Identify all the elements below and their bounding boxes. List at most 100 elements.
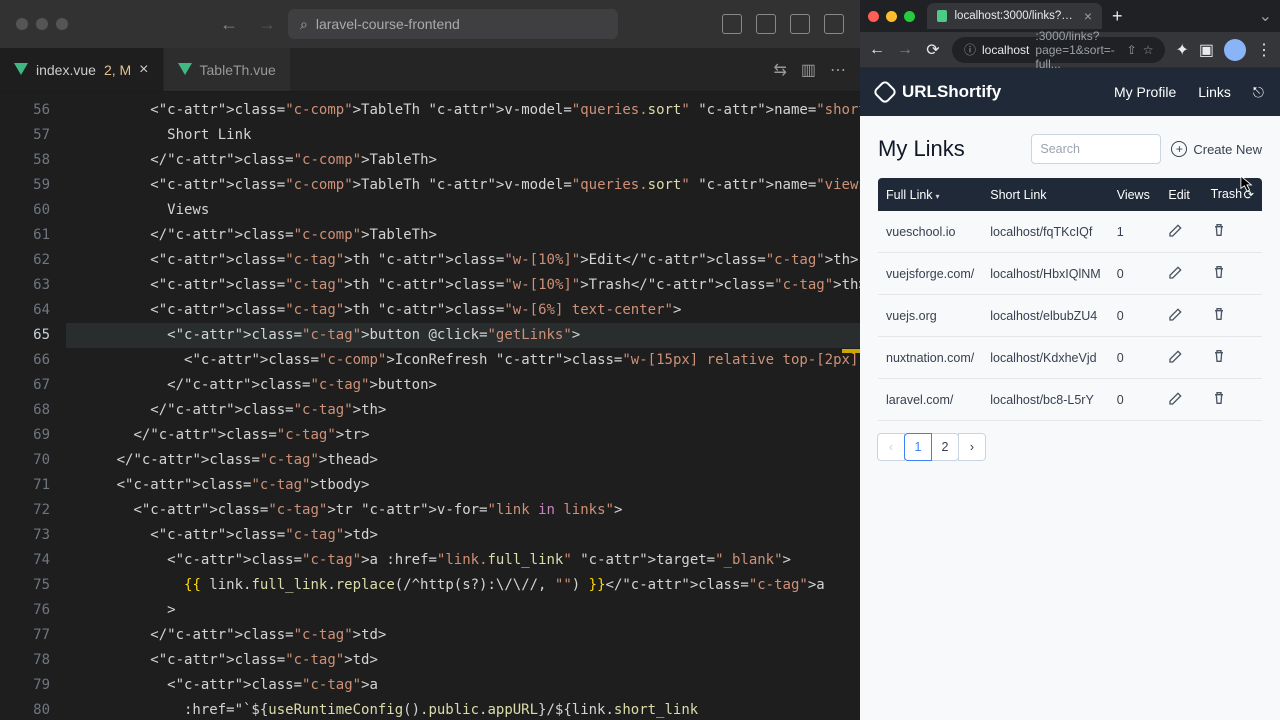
th-full-link[interactable]: Full Link▾	[878, 178, 982, 211]
sidepanel-icon[interactable]: ▣	[1199, 40, 1214, 60]
edit-button[interactable]	[1160, 379, 1202, 421]
layout-grid-icon[interactable]	[824, 14, 844, 34]
create-new-button[interactable]: + Create New	[1171, 141, 1262, 157]
line-gutter: 5657585960616263646566676869707172737475…	[0, 92, 66, 720]
cell-views: 0	[1109, 379, 1161, 421]
th-trash: Trash⟳	[1203, 178, 1262, 211]
forward-icon[interactable]: →	[896, 41, 914, 59]
url-host: localhost	[982, 43, 1029, 57]
table-row: vueschool.iolocalhost/fqTKcIQf1	[878, 211, 1262, 253]
cell-short-link[interactable]: localhost/KdxheVjd	[982, 337, 1108, 379]
split-icon[interactable]: ▥	[801, 60, 816, 80]
traffic-lights	[16, 18, 68, 30]
close-icon[interactable]: ×	[1084, 8, 1092, 24]
browser-tabstrip: localhost:3000/links?page=1& × + ⌄	[860, 0, 1280, 32]
editor-titlebar: ← → ⌕ laravel-course-frontend	[0, 0, 860, 48]
warning-marker	[842, 349, 860, 353]
command-search[interactable]: ⌕ laravel-course-frontend	[288, 9, 618, 39]
cell-views: 0	[1109, 253, 1161, 295]
code-content[interactable]: <"c-attr">class="c-comp">TableTh "c-attr…	[66, 92, 860, 720]
cell-full-link[interactable]: laravel.com/	[878, 379, 982, 421]
page-2[interactable]: 2	[931, 433, 959, 461]
back-icon[interactable]: ←	[220, 14, 238, 35]
panel-right-icon[interactable]	[790, 14, 810, 34]
trash-button[interactable]	[1203, 295, 1262, 337]
th-edit: Edit	[1160, 178, 1202, 211]
more-icon[interactable]: ⋯	[830, 60, 846, 80]
tab-tableth-vue[interactable]: TableTh.vue	[164, 48, 291, 91]
link-icon	[872, 79, 897, 104]
browser-tab[interactable]: localhost:3000/links?page=1& ×	[927, 3, 1102, 29]
refresh-icon[interactable]: ⟳	[1244, 187, 1254, 202]
new-tab-button[interactable]: +	[1112, 6, 1123, 27]
edit-button[interactable]	[1160, 211, 1202, 253]
cell-views: 0	[1109, 295, 1161, 337]
chrome-browser: localhost:3000/links?page=1& × + ⌄ ← → ⟳…	[860, 0, 1280, 720]
panel-bottom-icon[interactable]	[756, 14, 776, 34]
edit-button[interactable]	[1160, 337, 1202, 379]
address-bar: ← → ⟳ ⓘ localhost:3000/links?page=1&sort…	[860, 32, 1280, 68]
info-icon: ⓘ	[964, 41, 976, 58]
logout-icon[interactable]: ⎋	[1253, 84, 1264, 101]
app-page: URLShortify My Profile Links ⎋ My Links …	[860, 68, 1280, 720]
url-input[interactable]: ⓘ localhost:3000/links?page=1&sort=-full…	[952, 37, 1165, 63]
page-content: My Links Search + Create New Full Link▾ …	[860, 116, 1280, 479]
forward-icon[interactable]: →	[258, 14, 276, 35]
star-icon[interactable]: ☆	[1143, 43, 1154, 57]
profile-avatar[interactable]	[1224, 39, 1246, 61]
cell-views: 1	[1109, 211, 1161, 253]
plus-circle-icon: +	[1171, 141, 1187, 157]
edit-button[interactable]	[1160, 253, 1202, 295]
traffic-lights	[868, 11, 915, 22]
nav-my-profile[interactable]: My Profile	[1114, 84, 1176, 100]
cell-full-link[interactable]: nuxtnation.com/	[878, 337, 982, 379]
cell-full-link[interactable]: vuejsforge.com/	[878, 253, 982, 295]
tab-badge: 2, M	[104, 62, 131, 78]
th-short-link[interactable]: Short Link	[982, 178, 1108, 211]
vue-file-icon	[178, 63, 192, 77]
nav-arrows: ← →	[220, 14, 276, 35]
cell-short-link[interactable]: localhost/HbxIQlNM	[982, 253, 1108, 295]
back-icon[interactable]: ←	[868, 41, 886, 59]
panel-left-icon[interactable]	[722, 14, 742, 34]
page-1[interactable]: 1	[904, 433, 932, 461]
create-label: Create New	[1193, 142, 1262, 157]
chevron-down-icon[interactable]: ⌄	[1259, 6, 1272, 26]
tab-label: index.vue	[36, 62, 96, 78]
editor-tabs: index.vue 2, M × TableTh.vue ⇆ ▥ ⋯	[0, 48, 860, 92]
edit-button[interactable]	[1160, 295, 1202, 337]
url-path: :3000/links?page=1&sort=-full...	[1035, 29, 1120, 71]
table-row: vuejs.orglocalhost/elbubZU40	[878, 295, 1262, 337]
app-brand: URLShortify	[902, 82, 1001, 102]
tab-label: TableTh.vue	[200, 62, 276, 78]
cell-full-link[interactable]: vueschool.io	[878, 211, 982, 253]
reload-icon[interactable]: ⟳	[924, 40, 942, 60]
cell-short-link[interactable]: localhost/elbubZU4	[982, 295, 1108, 337]
page-prev[interactable]: ‹	[877, 433, 905, 461]
cell-full-link[interactable]: vuejs.org	[878, 295, 982, 337]
close-icon[interactable]: ×	[139, 61, 148, 79]
share-icon[interactable]: ⇧	[1127, 43, 1137, 57]
cell-short-link[interactable]: localhost/bc8-L5rY	[982, 379, 1108, 421]
tab-title: localhost:3000/links?page=1&	[955, 10, 1076, 22]
links-table: Full Link▾ Short Link Views Edit Trash⟳ …	[878, 178, 1262, 421]
cell-short-link[interactable]: localhost/fqTKcIQf	[982, 211, 1108, 253]
vue-file-icon	[14, 63, 28, 77]
trash-button[interactable]	[1203, 379, 1262, 421]
trash-button[interactable]	[1203, 253, 1262, 295]
code-area[interactable]: 5657585960616263646566676869707172737475…	[0, 92, 860, 720]
trash-button[interactable]	[1203, 337, 1262, 379]
compare-icon[interactable]: ⇆	[773, 60, 786, 80]
page-next[interactable]: ›	[958, 433, 986, 461]
nav-links[interactable]: Links	[1198, 84, 1231, 100]
table-row: laravel.com/localhost/bc8-L5rY0	[878, 379, 1262, 421]
table-row: vuejsforge.com/localhost/HbxIQlNM0	[878, 253, 1262, 295]
trash-button[interactable]	[1203, 211, 1262, 253]
th-views[interactable]: Views	[1109, 178, 1161, 211]
extensions-icon[interactable]: ✦	[1175, 40, 1188, 60]
search-input[interactable]: Search	[1031, 134, 1161, 164]
menu-icon[interactable]: ⋮	[1256, 40, 1272, 60]
search-icon: ⌕	[300, 16, 308, 33]
tab-index-vue[interactable]: index.vue 2, M ×	[0, 48, 164, 91]
sort-desc-icon: ▾	[936, 192, 940, 201]
